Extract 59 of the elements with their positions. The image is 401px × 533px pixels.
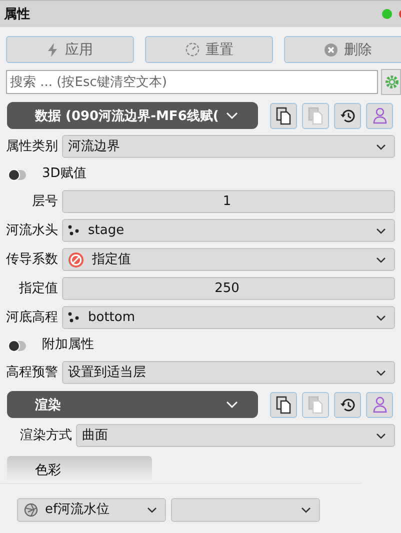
documents-icon [276,396,292,414]
field-label: 层号 [31,194,58,210]
chevron-down-icon [376,314,386,320]
prohibited-icon [68,252,84,268]
chevron-down-icon [376,228,386,234]
dropdown[interactable]: stage [62,219,395,242]
toggle-label: 3D赋值 [42,166,86,182]
section-header[interactable]: 数据 (090河流边界-MF6线赋( [7,102,258,129]
search-field[interactable]: 搜索 ... (按Esc键清空文本) [6,70,378,94]
chevron-down-icon [376,432,386,438]
documents-icon [308,106,324,124]
dropdown[interactable]: ef河流水位 [17,498,166,522]
history-icon [340,108,356,124]
field-label: 河底高程 [6,310,58,326]
field-label: 渲染方式 [19,428,72,444]
action-button[interactable]: 删除 [284,36,401,63]
action-button[interactable]: 应用 [6,36,134,63]
toggle-switch[interactable] [9,341,26,351]
chevron-down-icon [226,112,238,120]
toggle-label: 附加属性 [42,337,94,353]
field-label: 高程预警 [6,364,58,380]
field-label: 传导系数 [6,252,58,268]
dropdown[interactable]: 河流边界 [62,135,395,158]
person-icon [372,107,386,124]
chevron-down-icon [376,370,386,376]
tool-button[interactable] [270,102,297,128]
documents-icon [308,396,324,414]
tool-button[interactable] [270,392,297,418]
tab[interactable]: 色彩 [7,456,152,483]
field-label: 指定值 [18,280,58,296]
tool-button[interactable] [334,392,361,418]
number-field[interactable]: 250 [62,277,395,300]
action-button[interactable]: 重置 [145,36,273,63]
cancel-icon [324,42,338,56]
tool-button[interactable] [334,102,361,128]
field-label: 属性类别 [6,138,58,154]
chevron-down-icon [147,507,157,513]
chevron-down-icon [226,400,238,408]
lightning-icon [47,42,59,56]
person-icon [372,396,386,413]
history-icon [340,396,356,412]
toggle-switch[interactable] [9,170,26,180]
dots-icon [68,225,80,236]
dropdown[interactable]: 指定值 [62,248,395,271]
chevron-down-icon [376,144,386,150]
documents-icon [276,106,292,124]
aperture-icon [24,503,38,517]
dropdown[interactable]: 设置到适当层 [62,361,395,384]
dots-icon [68,312,80,323]
settings-icon [384,74,400,90]
gauge-icon [184,42,200,57]
section-header[interactable]: 渲染 [7,391,258,418]
dropdown[interactable]: bottom [62,306,395,329]
chevron-down-icon [376,256,386,262]
number-field[interactable]: 1 [62,190,395,213]
dropdown[interactable]: 曲面 [76,424,395,447]
field-label: 河流水头 [6,222,58,238]
panel-title: 属性 [4,6,30,23]
chevron-down-icon [301,507,311,513]
